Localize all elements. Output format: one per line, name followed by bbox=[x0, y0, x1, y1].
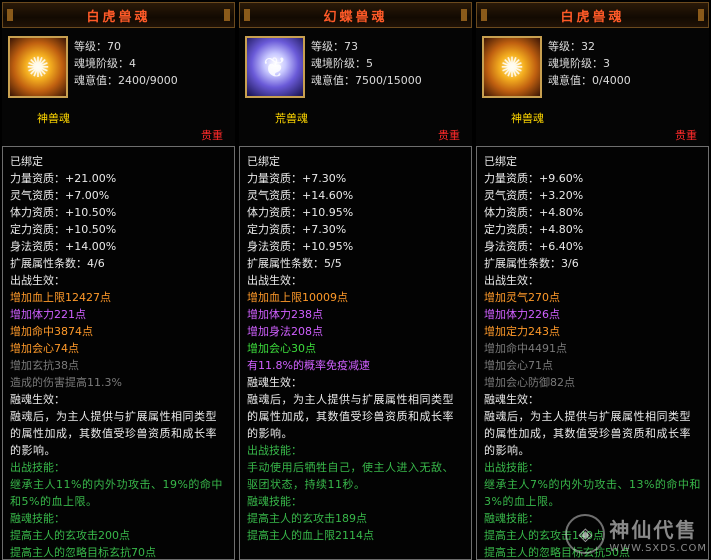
fusion-effect-desc: 融魂后，为主人提供与扩展属性相同类型的属性加成，其数值受珍兽资质和成长率的影响。 bbox=[484, 410, 691, 457]
battle-effect-line: 增加血上限10009点 bbox=[247, 291, 348, 304]
card-title-bar: 白虎兽魂 bbox=[476, 2, 709, 28]
soul-card-3: 白虎兽魂 ✺ 等级：32 魂境阶级：3 魂意值：0/4000 神兽魂贵重已绑定力量资质：+… bbox=[476, 2, 709, 560]
battle-effect-title: 出战生效： bbox=[247, 274, 302, 287]
watermark: ◈ 神仙代售 WWW.SXDS.COM bbox=[565, 514, 707, 554]
soul-stats: 等级：32 魂境阶级：3 魂意值：0/4000 bbox=[548, 38, 631, 89]
battle-effect-line: 增加会心防御82点 bbox=[484, 376, 575, 389]
aptitude-line: 灵气资质：+3.20% bbox=[484, 189, 584, 202]
card-details: 已绑定力量资质：+21.00% 灵气资质：+7.00% 体力资质：+10.50% 定力… bbox=[2, 146, 235, 560]
watermark-url: WWW.SXDS.COM bbox=[609, 543, 707, 554]
aptitude-line: 灵气资质：+14.60% bbox=[247, 189, 354, 202]
fusion-skill-line: 提高主人的玄攻击200点 bbox=[10, 529, 130, 542]
fusion-skill-line: 提高主人的玄攻击189点 bbox=[247, 512, 367, 525]
butterfly-icon[interactable]: ❦ bbox=[245, 36, 305, 98]
card-title-bar: 白虎兽魂 bbox=[2, 2, 235, 28]
fusion-effect-title: 融魂生效： bbox=[10, 393, 65, 406]
soul-exp: 魂意值：2400/9000 bbox=[74, 74, 178, 87]
battle-effect-line: 增加灵气270点 bbox=[484, 291, 560, 304]
watermark-logo-icon: ◈ bbox=[565, 514, 606, 554]
bound-status: 已绑定 bbox=[10, 155, 43, 168]
aptitude-line: 力量资质：+9.60% bbox=[484, 172, 584, 185]
battle-skill-title: 出战技能： bbox=[10, 461, 65, 474]
battle-skill-desc: 继承主人11%的内外功攻击、19%的命中和5%的血上限。 bbox=[10, 478, 223, 508]
rarity-label: 贵重 bbox=[438, 129, 460, 142]
battle-effect-title: 出战生效： bbox=[10, 274, 65, 287]
battle-skill-title: 出战技能： bbox=[484, 461, 539, 474]
soul-exp: 魂意值：7500/15000 bbox=[311, 74, 422, 87]
aptitude-line: 力量资质：+7.30% bbox=[247, 172, 347, 185]
fusion-skill-line: 提高主人的血上限2114点 bbox=[247, 529, 374, 542]
extension-count: 扩展属性条数：5/5 bbox=[247, 257, 342, 270]
rarity-label: 贵重 bbox=[675, 129, 697, 142]
tiger-icon[interactable]: ✺ bbox=[482, 36, 542, 98]
soul-stage: 魂境阶级：5 bbox=[311, 57, 373, 70]
card-title: 幻蝶兽魂 bbox=[323, 9, 388, 25]
aptitude-line: 身法资质：+6.40% bbox=[484, 240, 584, 253]
card-header: ✺ 等级：32 魂境阶级：3 魂意值：0/4000 神兽魂贵重 bbox=[476, 28, 709, 142]
soul-type-label: 荒兽魂 bbox=[275, 112, 308, 125]
battle-skill-desc: 继承主人7%的内外功攻击、13%的命中和3%的血上限。 bbox=[484, 478, 701, 508]
fusion-skill-line: 提高主人的忽略目标玄抗70点 bbox=[10, 546, 156, 559]
card-header: ❦ 等级：73 魂境阶级：5 魂意值：7500/15000 荒兽魂贵重 bbox=[239, 28, 472, 142]
soul-level: 等级：32 bbox=[548, 40, 595, 53]
watermark-title: 神仙代售 bbox=[609, 518, 698, 542]
card-title: 白虎兽魂 bbox=[560, 9, 625, 25]
aptitude-line: 体力资质：+10.50% bbox=[10, 206, 117, 219]
aptitude-line: 灵气资质：+7.00% bbox=[10, 189, 110, 202]
tiger-icon[interactable]: ✺ bbox=[8, 36, 68, 98]
bound-status: 已绑定 bbox=[247, 155, 280, 168]
aptitude-line: 身法资质：+10.95% bbox=[247, 240, 354, 253]
fusion-skill-title: 融魂技能： bbox=[247, 495, 302, 508]
aptitude-line: 身法资质：+14.00% bbox=[10, 240, 117, 253]
fusion-effect-title: 融魂生效： bbox=[484, 393, 539, 406]
fusion-effect-title: 融魂生效： bbox=[247, 376, 302, 389]
bound-status: 已绑定 bbox=[484, 155, 517, 168]
battle-effect-line: 增加体力221点 bbox=[10, 308, 86, 321]
card-details: 已绑定力量资质：+9.60% 灵气资质：+3.20% 体力资质：+4.80% 定力资质… bbox=[476, 146, 709, 560]
card-details: 已绑定力量资质：+7.30% 灵气资质：+14.60% 体力资质：+10.95% 定力… bbox=[239, 146, 472, 560]
soul-level: 等级：73 bbox=[311, 40, 358, 53]
battle-effect-title: 出战生效： bbox=[484, 274, 539, 287]
soul-card-2: 幻蝶兽魂 ❦ 等级：73 魂境阶级：5 魂意值：7500/15000 荒兽魂贵重已绑定力量… bbox=[239, 2, 472, 560]
battle-effect-line: 增加玄抗38点 bbox=[10, 359, 79, 372]
soul-type-label: 神兽魂 bbox=[37, 112, 70, 125]
aptitude-line: 力量资质：+21.00% bbox=[10, 172, 117, 185]
battle-skill-desc: 手动使用后牺牲自己，使主人进入无敌、驱团状态，持续11秒。 bbox=[247, 461, 454, 491]
fusion-skill-title: 融魂技能： bbox=[10, 512, 65, 525]
fusion-effect-desc: 融魂后，为主人提供与扩展属性相同类型的属性加成，其数值受珍兽资质和成长率的影响。 bbox=[10, 410, 217, 457]
soul-stats: 等级：70 魂境阶级：4 魂意值：2400/9000 bbox=[74, 38, 178, 89]
soul-type-label: 神兽魂 bbox=[511, 112, 544, 125]
battle-effect-line: 增加命中4491点 bbox=[484, 342, 567, 355]
soul-stats: 等级：73 魂境阶级：5 魂意值：7500/15000 bbox=[311, 38, 422, 89]
battle-effect-line: 增加身法208点 bbox=[247, 325, 323, 338]
card-header: ✺ 等级：70 魂境阶级：4 魂意值：2400/9000 神兽魂贵重 bbox=[2, 28, 235, 142]
soul-exp: 魂意值：0/4000 bbox=[548, 74, 631, 87]
soul-card-1: 白虎兽魂 ✺ 等级：70 魂境阶级：4 魂意值：2400/9000 神兽魂贵重已绑定力量资… bbox=[2, 2, 235, 560]
card-title: 白虎兽魂 bbox=[86, 9, 151, 25]
battle-effect-line: 增加体力226点 bbox=[484, 308, 560, 321]
extension-count: 扩展属性条数：4/6 bbox=[10, 257, 105, 270]
battle-effect-line: 增加会心74点 bbox=[10, 342, 79, 355]
soul-level: 等级：70 bbox=[74, 40, 121, 53]
battle-effect-line: 有11.8%的概率免疫减速 bbox=[247, 359, 370, 372]
card-title-bar: 幻蝶兽魂 bbox=[239, 2, 472, 28]
battle-effect-line: 增加会心71点 bbox=[484, 359, 553, 372]
battle-effect-line: 增加会心30点 bbox=[247, 342, 316, 355]
aptitude-line: 定力资质：+4.80% bbox=[484, 223, 584, 236]
extension-count: 扩展属性条数：3/6 bbox=[484, 257, 579, 270]
aptitude-line: 体力资质：+10.95% bbox=[247, 206, 354, 219]
battle-skill-title: 出战技能： bbox=[247, 444, 302, 457]
soul-stage: 魂境阶级：3 bbox=[548, 57, 610, 70]
battle-effect-line: 造成的伤害提高11.3% bbox=[10, 376, 122, 389]
battle-effect-line: 增加体力238点 bbox=[247, 308, 323, 321]
aptitude-line: 定力资质：+10.50% bbox=[10, 223, 117, 236]
battle-effect-line: 增加命中3874点 bbox=[10, 325, 93, 338]
aptitude-line: 体力资质：+4.80% bbox=[484, 206, 584, 219]
rarity-label: 贵重 bbox=[201, 129, 223, 142]
fusion-effect-desc: 融魂后，为主人提供与扩展属性相同类型的属性加成，其数值受珍兽资质和成长率的影响。 bbox=[247, 393, 454, 440]
aptitude-line: 定力资质：+7.30% bbox=[247, 223, 347, 236]
battle-effect-line: 增加定力243点 bbox=[484, 325, 560, 338]
soul-stage: 魂境阶级：4 bbox=[74, 57, 136, 70]
battle-effect-line: 增加血上限12427点 bbox=[10, 291, 111, 304]
